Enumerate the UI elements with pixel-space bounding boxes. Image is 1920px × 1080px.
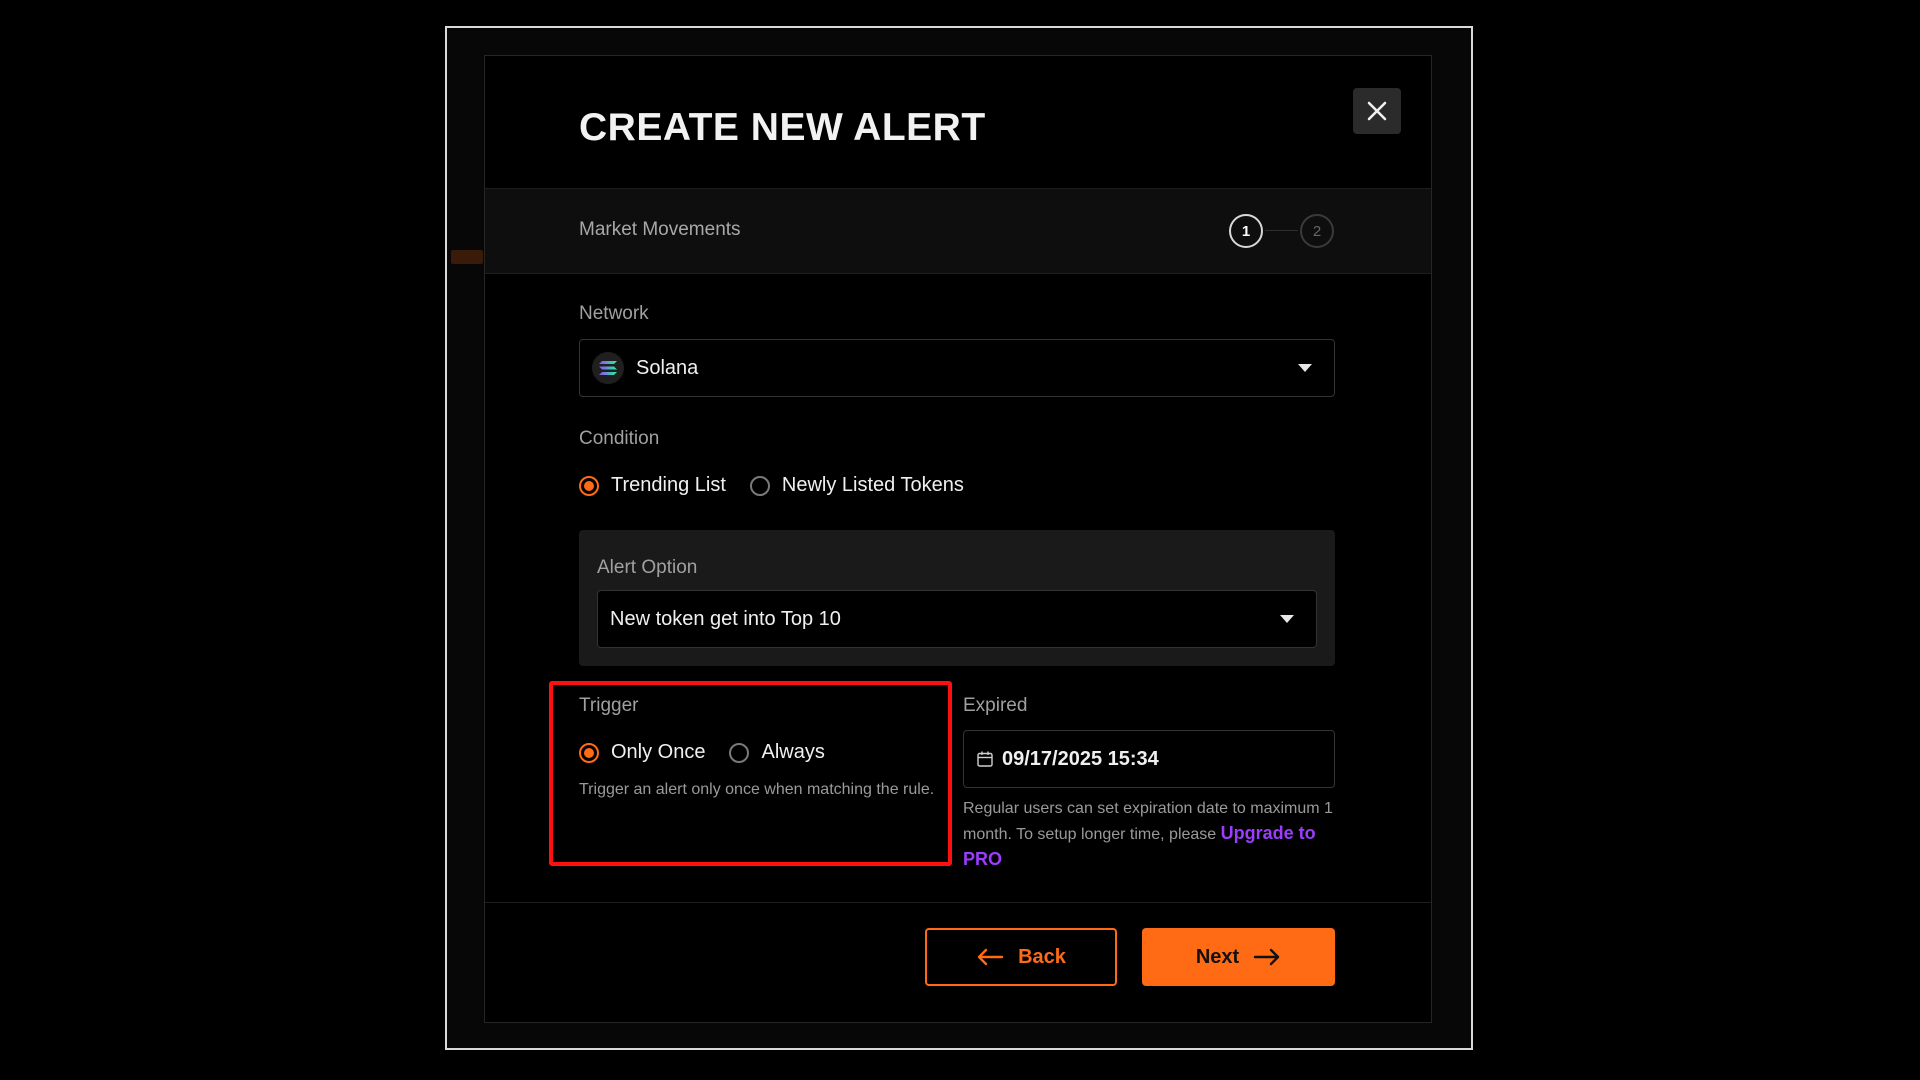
expired-label: Expired: [963, 695, 1028, 716]
chevron-down-icon: [1298, 364, 1312, 372]
network-select[interactable]: Solana: [579, 339, 1335, 397]
next-button[interactable]: Next: [1142, 928, 1335, 986]
radio-checked-icon: [579, 475, 599, 496]
steps-label: Market Movements: [579, 219, 741, 240]
create-alert-modal: CREATE NEW ALERT Market Movements 1 2 Ne…: [484, 55, 1432, 1023]
close-button[interactable]: [1353, 88, 1401, 134]
steps-bar: Market Movements 1 2: [485, 188, 1431, 274]
close-icon: [1367, 101, 1387, 121]
step-connector: [1265, 230, 1298, 231]
radio-label: Always: [761, 741, 825, 763]
radio-checked-icon: [579, 742, 599, 763]
modal-title: CREATE NEW ALERT: [579, 106, 986, 149]
network-label: Network: [579, 303, 649, 324]
radio-label: Newly Listed Tokens: [781, 474, 964, 496]
chevron-down-icon: [1280, 615, 1294, 623]
back-button-label: Back: [1018, 945, 1066, 968]
step-indicator-1: 1: [1229, 214, 1263, 248]
trigger-label: Trigger: [579, 695, 639, 716]
alert-option-select[interactable]: New token get into Top 10: [597, 590, 1317, 648]
expiration-date-value: 09/17/2025 15:34: [1002, 747, 1159, 770]
background-artifact: [451, 250, 483, 264]
footer-divider: [485, 902, 1431, 903]
back-button[interactable]: Back: [925, 928, 1117, 986]
alert-option-label: Alert Option: [597, 557, 698, 578]
radio-label: Only Once: [611, 741, 706, 763]
condition-label: Condition: [579, 428, 660, 449]
alert-option-panel: Alert Option New token get into Top 10: [579, 530, 1335, 666]
condition-radio-group: Trending List Newly Listed Tokens: [579, 474, 988, 497]
arrow-left-icon: [977, 948, 1004, 966]
alert-option-value: New token get into Top 10: [610, 607, 841, 630]
solana-logo-icon: [592, 352, 624, 384]
radio-label: Trending List: [611, 474, 726, 496]
radio-unchecked-icon: [749, 475, 770, 496]
expiration-date-input[interactable]: 09/17/2025 15:34: [963, 730, 1335, 788]
trigger-helper-text: Trigger an alert only once when matching…: [579, 781, 935, 798]
expired-helper-text: Regular users can set expiration date to…: [963, 797, 1335, 873]
modal-header: CREATE NEW ALERT: [485, 56, 1431, 188]
network-value: Solana: [636, 356, 699, 379]
calendar-icon: [977, 751, 993, 767]
trigger-option-always[interactable]: Always: [729, 741, 825, 764]
arrow-right-icon: [1253, 948, 1280, 966]
condition-option-trending-list[interactable]: Trending List: [579, 474, 726, 497]
trigger-option-only-once[interactable]: Only Once: [579, 741, 705, 764]
radio-unchecked-icon: [729, 742, 750, 763]
trigger-radio-group: Only Once Always: [579, 741, 849, 764]
next-button-label: Next: [1195, 945, 1240, 968]
step-indicator-2: 2: [1300, 214, 1334, 248]
condition-option-newly-listed[interactable]: Newly Listed Tokens: [749, 474, 964, 497]
